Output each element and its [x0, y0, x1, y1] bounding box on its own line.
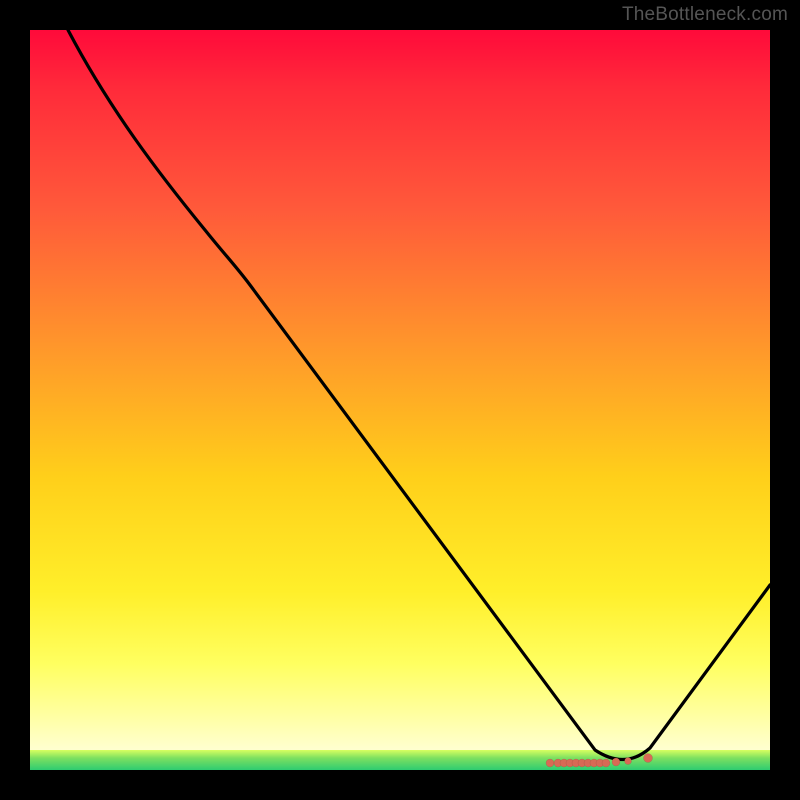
data-point: [612, 758, 620, 766]
curve-layer: [30, 30, 770, 770]
watermark-text: TheBottleneck.com: [622, 4, 788, 26]
data-point: [602, 759, 610, 767]
data-point: [644, 754, 653, 763]
bottleneck-curve: [68, 30, 770, 760]
data-point: [546, 759, 554, 767]
plot-area: [30, 30, 770, 770]
data-point: [625, 758, 632, 765]
chart-frame: TheBottleneck.com: [0, 0, 800, 800]
